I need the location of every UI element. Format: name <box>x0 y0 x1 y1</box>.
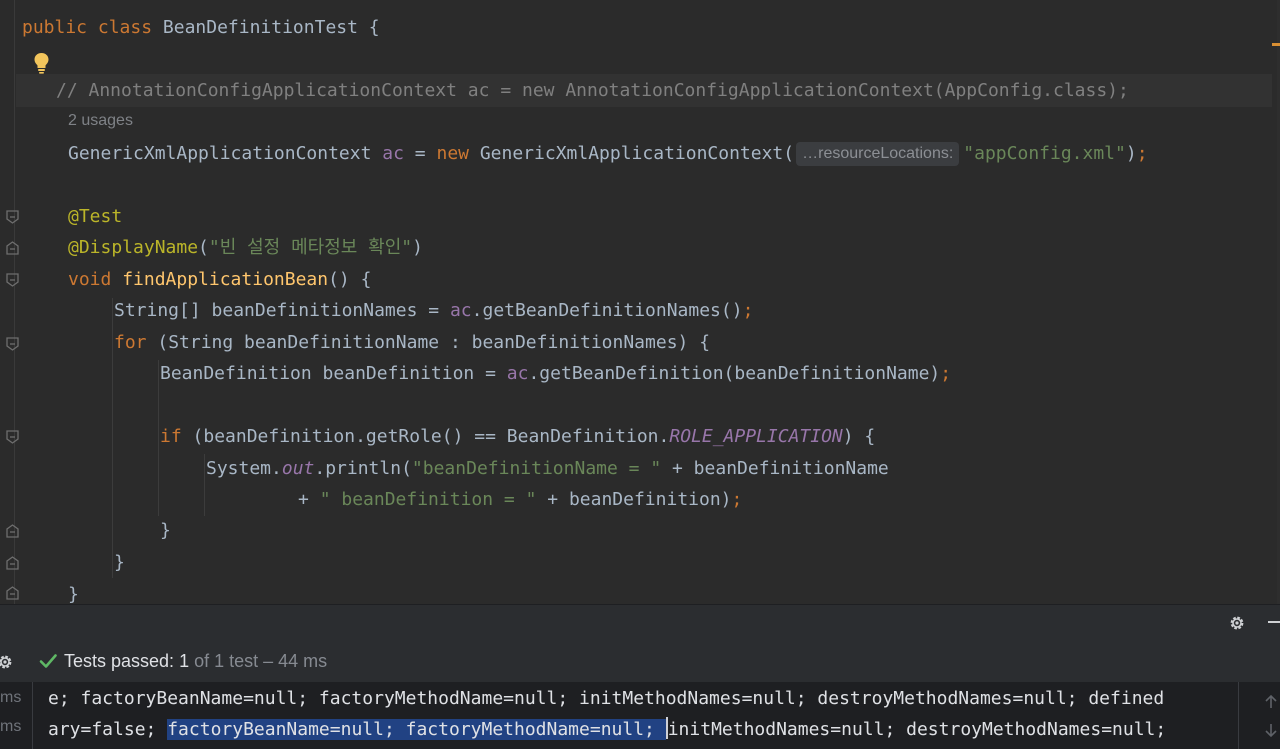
test-status-text: Tests passed: 1 of 1 test – 44 ms <box>64 650 327 672</box>
test-tree-separator[interactable] <box>32 682 33 749</box>
fold-icon[interactable] <box>6 430 19 444</box>
semicolon: ; <box>742 300 754 321</box>
keyword: public class <box>22 17 163 38</box>
annotation: @DisplayName <box>68 237 199 258</box>
parameter-hint: …resourceLocations: <box>796 142 960 166</box>
duration-label: ms <box>0 718 22 735</box>
fold-icon[interactable] <box>6 524 19 538</box>
fold-icon[interactable] <box>6 337 19 351</box>
keyword: void <box>68 269 123 290</box>
code-line-if[interactable]: if (beanDefinition.getRole() == BeanDefi… <box>160 421 875 453</box>
code-line-close-for[interactable]: } <box>114 547 125 579</box>
operator: + <box>298 489 320 510</box>
code-line-bean-definition[interactable]: BeanDefinition beanDefinition = ac.getBe… <box>160 358 951 390</box>
static-field: out <box>281 458 315 479</box>
semicolon: ; <box>940 363 952 384</box>
console-line[interactable]: e; factoryBeanName=null; factoryMethodNa… <box>48 685 1164 713</box>
code-line-for-loop[interactable]: for (String beanDefinitionName : beanDef… <box>114 327 710 359</box>
check-icon <box>39 654 57 668</box>
string-literal: " beanDefinition = " <box>319 489 537 510</box>
status-label: Tests passed: <box>64 651 180 671</box>
constructor-call: GenericXmlApplicationContext( <box>469 143 795 164</box>
semicolon: ; <box>731 489 743 510</box>
declaration: String[] beanDefinitionNames = <box>114 300 450 321</box>
fold-icon[interactable] <box>6 210 19 224</box>
loop-header: (String beanDefinitionName : beanDefinit… <box>146 332 711 353</box>
method-call: .getBeanDefinitionNames() <box>471 300 743 321</box>
condition: (beanDefinition.getRole() == BeanDefinit… <box>181 426 670 447</box>
code-line-context-field[interactable]: GenericXmlApplicationContext ac = new Ge… <box>68 138 1148 170</box>
fold-icon[interactable] <box>6 241 19 255</box>
paren: ) <box>412 237 423 258</box>
error-stripe-marker[interactable] <box>1272 43 1280 46</box>
indent-guide <box>158 360 159 516</box>
arrow-up-icon[interactable] <box>1264 694 1278 710</box>
comment-text: // AnnotationConfigApplicationContext ac… <box>56 80 1129 101</box>
code-line-println-continuation[interactable]: + " beanDefinition = " + beanDefinition)… <box>298 484 742 516</box>
class-name: BeanDefinitionTest { <box>162 17 380 38</box>
passed-count: 1 <box>179 651 190 671</box>
method-name: findApplicationBean <box>122 269 329 290</box>
gutter-separator <box>14 0 15 604</box>
hide-panel-button[interactable] <box>1268 621 1280 623</box>
console-text: e; factoryBeanName=null; factoryMethodNa… <box>48 688 1165 709</box>
lightbulb-icon[interactable] <box>33 52 50 74</box>
keyword: for <box>114 332 147 353</box>
code-line-class-declaration[interactable]: public class BeanDefinitionTest { <box>22 12 380 44</box>
code-line-test-annotation[interactable]: @Test <box>68 201 122 233</box>
status-summary: of 1 test – 44 ms <box>189 651 328 671</box>
method-call: .println( <box>314 458 412 479</box>
type-name: GenericXmlApplicationContext <box>68 143 383 164</box>
constant: ROLE_APPLICATION <box>669 426 843 447</box>
expression: + beanDefinition) <box>536 489 732 510</box>
code-line-close-method[interactable]: } <box>68 579 79 604</box>
keyword: if <box>160 426 182 447</box>
method-params: () { <box>328 269 372 290</box>
code-line-close-if[interactable]: } <box>160 515 171 547</box>
code-line-println[interactable]: System.out.println("beanDefinitionName =… <box>206 453 889 485</box>
code-line-comment[interactable]: // AnnotationConfigApplicationContext ac… <box>56 75 1129 107</box>
class-ref: System. <box>206 458 282 479</box>
fold-icon[interactable] <box>6 273 19 287</box>
brace: } <box>68 584 79 604</box>
string-literal: "beanDefinitionName = " <box>411 458 662 479</box>
declaration: BeanDefinition beanDefinition = <box>160 363 507 384</box>
field-name: ac <box>506 363 529 384</box>
duration-label: ms <box>0 689 22 706</box>
method-call: .getBeanDefinition(beanDefinitionName) <box>528 363 941 384</box>
arrow-down-icon[interactable] <box>1264 722 1278 738</box>
code-line-names-declaration[interactable]: String[] beanDefinitionNames = ac.getBea… <box>114 295 753 327</box>
console-text: initMethodNames=null; destroyMethodNames… <box>667 719 1167 740</box>
code-editor[interactable]: public class BeanDefinitionTest { // Ann… <box>0 0 1280 604</box>
semicolon: ; <box>1136 143 1148 164</box>
brace: } <box>160 520 171 541</box>
selected-text: factoryBeanName=null; factoryMethodName=… <box>167 719 666 740</box>
fold-icon[interactable] <box>6 556 19 570</box>
indent-guide <box>112 298 113 578</box>
brace: } <box>114 552 125 573</box>
fold-icon[interactable] <box>6 586 19 600</box>
console-line[interactable]: ary=false; factoryBeanName=null; factory… <box>48 716 1166 744</box>
console-text: ary=false; <box>48 719 168 740</box>
expression: + beanDefinitionName <box>661 458 889 479</box>
code-line-method-declaration[interactable]: void findApplicationBean() { <box>68 264 371 296</box>
run-panel-header <box>0 604 1280 641</box>
gear-icon[interactable] <box>1228 614 1246 632</box>
operator: = <box>403 143 437 164</box>
keyword: new <box>436 143 469 164</box>
usages-hint[interactable]: 2 usages <box>68 112 133 130</box>
paren: ( <box>198 237 209 258</box>
field-name: ac <box>382 143 404 164</box>
field-name: ac <box>449 300 472 321</box>
annotation: @Test <box>68 206 123 227</box>
string-literal: "appConfig.xml" <box>963 143 1126 164</box>
code-line-display-name[interactable]: @DisplayName("빈 설정 메타정보 확인") <box>68 232 423 264</box>
gear-icon[interactable] <box>0 653 14 671</box>
console-scrollbar[interactable] <box>1238 682 1239 749</box>
paren: ) { <box>842 426 876 447</box>
indent-guide <box>204 454 205 516</box>
string-literal: "빈 설정 메타정보 확인" <box>208 237 413 258</box>
paren: ) <box>1125 143 1137 164</box>
